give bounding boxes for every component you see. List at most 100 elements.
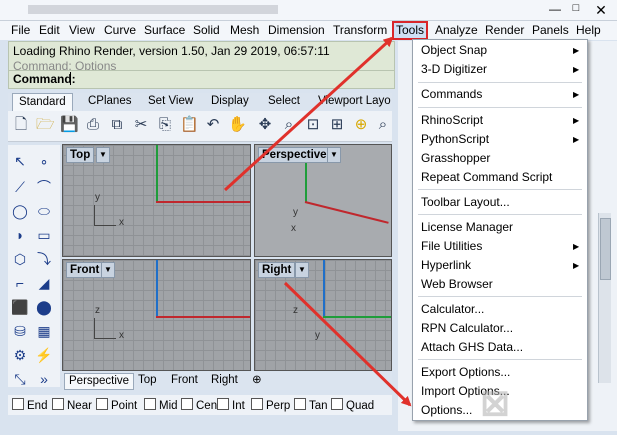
curve-icon[interactable]: ⌒ xyxy=(34,177,54,197)
maximize-button[interactable]: □ xyxy=(567,2,585,16)
tab-standard[interactable]: Standard xyxy=(12,93,73,111)
osnap-quad[interactable]: Quad xyxy=(331,398,374,413)
tab-top[interactable]: Top xyxy=(134,373,161,388)
osnap-end[interactable]: End xyxy=(12,398,47,413)
viewport-title[interactable]: Front xyxy=(66,262,104,278)
new-file-icon[interactable]: 🗋 xyxy=(12,116,30,134)
osnap-int[interactable]: Int xyxy=(217,398,245,413)
zoom-icon[interactable]: ⌕ xyxy=(280,116,298,134)
menu-view[interactable]: View xyxy=(69,23,95,38)
menu-item-calculator[interactable]: Calculator... xyxy=(421,302,484,317)
menu-item-web-browser[interactable]: Web Browser xyxy=(421,277,493,292)
menu-item-rhinoscript[interactable]: RhinoScript xyxy=(421,113,483,128)
viewport-title[interactable]: Top xyxy=(66,147,95,163)
menu-render[interactable]: Render xyxy=(485,23,524,38)
menu-item-toolbar-layout[interactable]: Toolbar Layout... xyxy=(421,195,510,210)
polygon-icon[interactable]: ⬡ xyxy=(10,249,30,269)
chevron-down-icon[interactable]: ▼ xyxy=(327,147,341,163)
viewport-right[interactable]: Right ▼ z y xyxy=(254,259,392,371)
menu-item-repeat-command-script[interactable]: Repeat Command Script xyxy=(421,170,552,185)
menu-item-license-manager[interactable]: License Manager xyxy=(421,220,513,235)
menu-item-file-utilities[interactable]: File Utilities xyxy=(421,239,482,254)
viewport-title[interactable]: Right xyxy=(258,262,296,278)
polyline-icon[interactable]: ⟋ xyxy=(10,177,30,197)
menu-item-commands[interactable]: Commands xyxy=(421,87,482,102)
dimension-icon[interactable]: ⤡ xyxy=(10,369,30,389)
zoom-window-icon[interactable]: ⊡ xyxy=(304,116,322,134)
more-tools-icon[interactable]: » xyxy=(34,369,54,389)
tab-front[interactable]: Front xyxy=(167,373,202,388)
tab-display[interactable]: Display xyxy=(211,95,249,107)
select-arrow-icon[interactable]: ↖ xyxy=(10,151,30,171)
menu-solid[interactable]: Solid xyxy=(193,23,220,38)
arc-icon[interactable]: ◗ xyxy=(10,225,30,245)
import-icon[interactable]: ⧉ xyxy=(108,116,126,134)
tab-viewport-layout[interactable]: Viewport Layo xyxy=(318,95,391,107)
menu-edit[interactable]: Edit xyxy=(39,23,60,38)
viewport-title[interactable]: Perspective xyxy=(258,147,331,163)
menu-item-pythonscript[interactable]: PythonScript xyxy=(421,132,489,147)
zoom-selected-icon[interactable]: ⊕ xyxy=(352,116,370,134)
cylinder-icon[interactable]: ⛁ xyxy=(10,321,30,341)
circle-icon[interactable]: ◯ xyxy=(10,201,30,221)
zoom-all-icon[interactable]: ⌕ xyxy=(374,116,392,134)
sphere-icon[interactable]: ⬤ xyxy=(34,297,54,317)
fillet-icon[interactable]: ⌐ xyxy=(10,273,30,293)
menu-tools[interactable]: Tools xyxy=(392,21,429,40)
menu-item-attach-ghs-data[interactable]: Attach GHS Data... xyxy=(421,340,523,355)
pan-hand-icon[interactable]: ✋ xyxy=(228,116,247,134)
chevron-down-icon[interactable]: ▼ xyxy=(96,147,110,163)
osnap-tan[interactable]: Tan xyxy=(294,398,328,413)
mesh-icon[interactable]: ▦ xyxy=(34,321,54,341)
menu-item-rpn-calculator[interactable]: RPN Calculator... xyxy=(421,321,513,336)
osnap-cen[interactable]: Cen xyxy=(181,398,217,413)
paste-icon[interactable]: 📋 xyxy=(180,116,199,134)
box-solid-icon[interactable]: ⬛ xyxy=(10,297,30,317)
viewport-front[interactable]: Front ▼ z x xyxy=(62,259,251,371)
rotate-view-icon[interactable]: ✥ xyxy=(256,116,274,134)
scrollbar-thumb[interactable] xyxy=(600,218,611,280)
cut-icon[interactable]: ✂ xyxy=(132,116,150,134)
minimize-button[interactable]: — xyxy=(546,2,564,16)
undo-icon[interactable]: ↶ xyxy=(204,116,222,134)
rectangle-icon[interactable]: ▭ xyxy=(34,225,54,245)
viewport-perspective[interactable]: Perspective ▼ y x xyxy=(254,144,392,257)
viewport-top[interactable]: Top ▼ y x xyxy=(62,144,251,257)
osnap-perp[interactable]: Perp xyxy=(251,398,290,413)
menu-item-3d-digitizer[interactable]: 3-D Digitizer xyxy=(421,62,487,77)
close-button[interactable]: ✕ xyxy=(590,2,612,18)
tab-right[interactable]: Right xyxy=(207,373,242,388)
menu-item-grasshopper[interactable]: Grasshopper xyxy=(421,151,490,166)
menu-file[interactable]: File xyxy=(11,23,30,38)
menu-surface[interactable]: Surface xyxy=(144,23,185,38)
tab-cplanes[interactable]: CPlanes xyxy=(88,95,131,107)
open-folder-icon[interactable]: 🗁 xyxy=(36,116,55,134)
copy-icon[interactable]: ⎘ xyxy=(156,116,174,134)
offset-icon[interactable]: ⤵ xyxy=(34,249,54,269)
menu-item-object-snap[interactable]: Object Snap xyxy=(421,43,487,58)
menu-curve[interactable]: Curve xyxy=(104,23,136,38)
curve-tools-icon[interactable]: ◢ xyxy=(34,273,54,293)
zoom-extents-icon[interactable]: ⊞ xyxy=(328,116,346,134)
menu-item-options[interactable]: Options... xyxy=(421,403,472,418)
menu-dimension[interactable]: Dimension xyxy=(268,23,325,38)
save-icon[interactable]: 💾 xyxy=(60,116,79,134)
menu-item-export-options[interactable]: Export Options... xyxy=(421,365,510,380)
menu-item-hyperlink[interactable]: Hyperlink xyxy=(421,258,471,273)
osnap-point[interactable]: Point xyxy=(96,398,137,413)
point-icon[interactable]: ∘ xyxy=(34,151,54,171)
print-icon[interactable]: ⎙ xyxy=(84,116,102,134)
add-tab-icon[interactable]: ⊕ xyxy=(248,373,266,388)
chevron-down-icon[interactable]: ▼ xyxy=(295,262,309,278)
snap-icon[interactable]: ⚡ xyxy=(34,345,54,365)
tab-perspective[interactable]: Perspective xyxy=(64,373,135,390)
menu-panels[interactable]: Panels xyxy=(532,23,569,38)
osnap-mid[interactable]: Mid xyxy=(144,398,178,413)
gear-icon[interactable]: ⚙ xyxy=(10,345,30,365)
osnap-near[interactable]: Near xyxy=(52,398,92,413)
ellipse-icon[interactable]: ⬭ xyxy=(34,201,54,221)
menu-mesh[interactable]: Mesh xyxy=(230,23,259,38)
menu-help[interactable]: Help xyxy=(576,23,601,38)
menu-transform[interactable]: Transform xyxy=(333,23,387,38)
menu-analyze[interactable]: Analyze xyxy=(435,23,478,38)
